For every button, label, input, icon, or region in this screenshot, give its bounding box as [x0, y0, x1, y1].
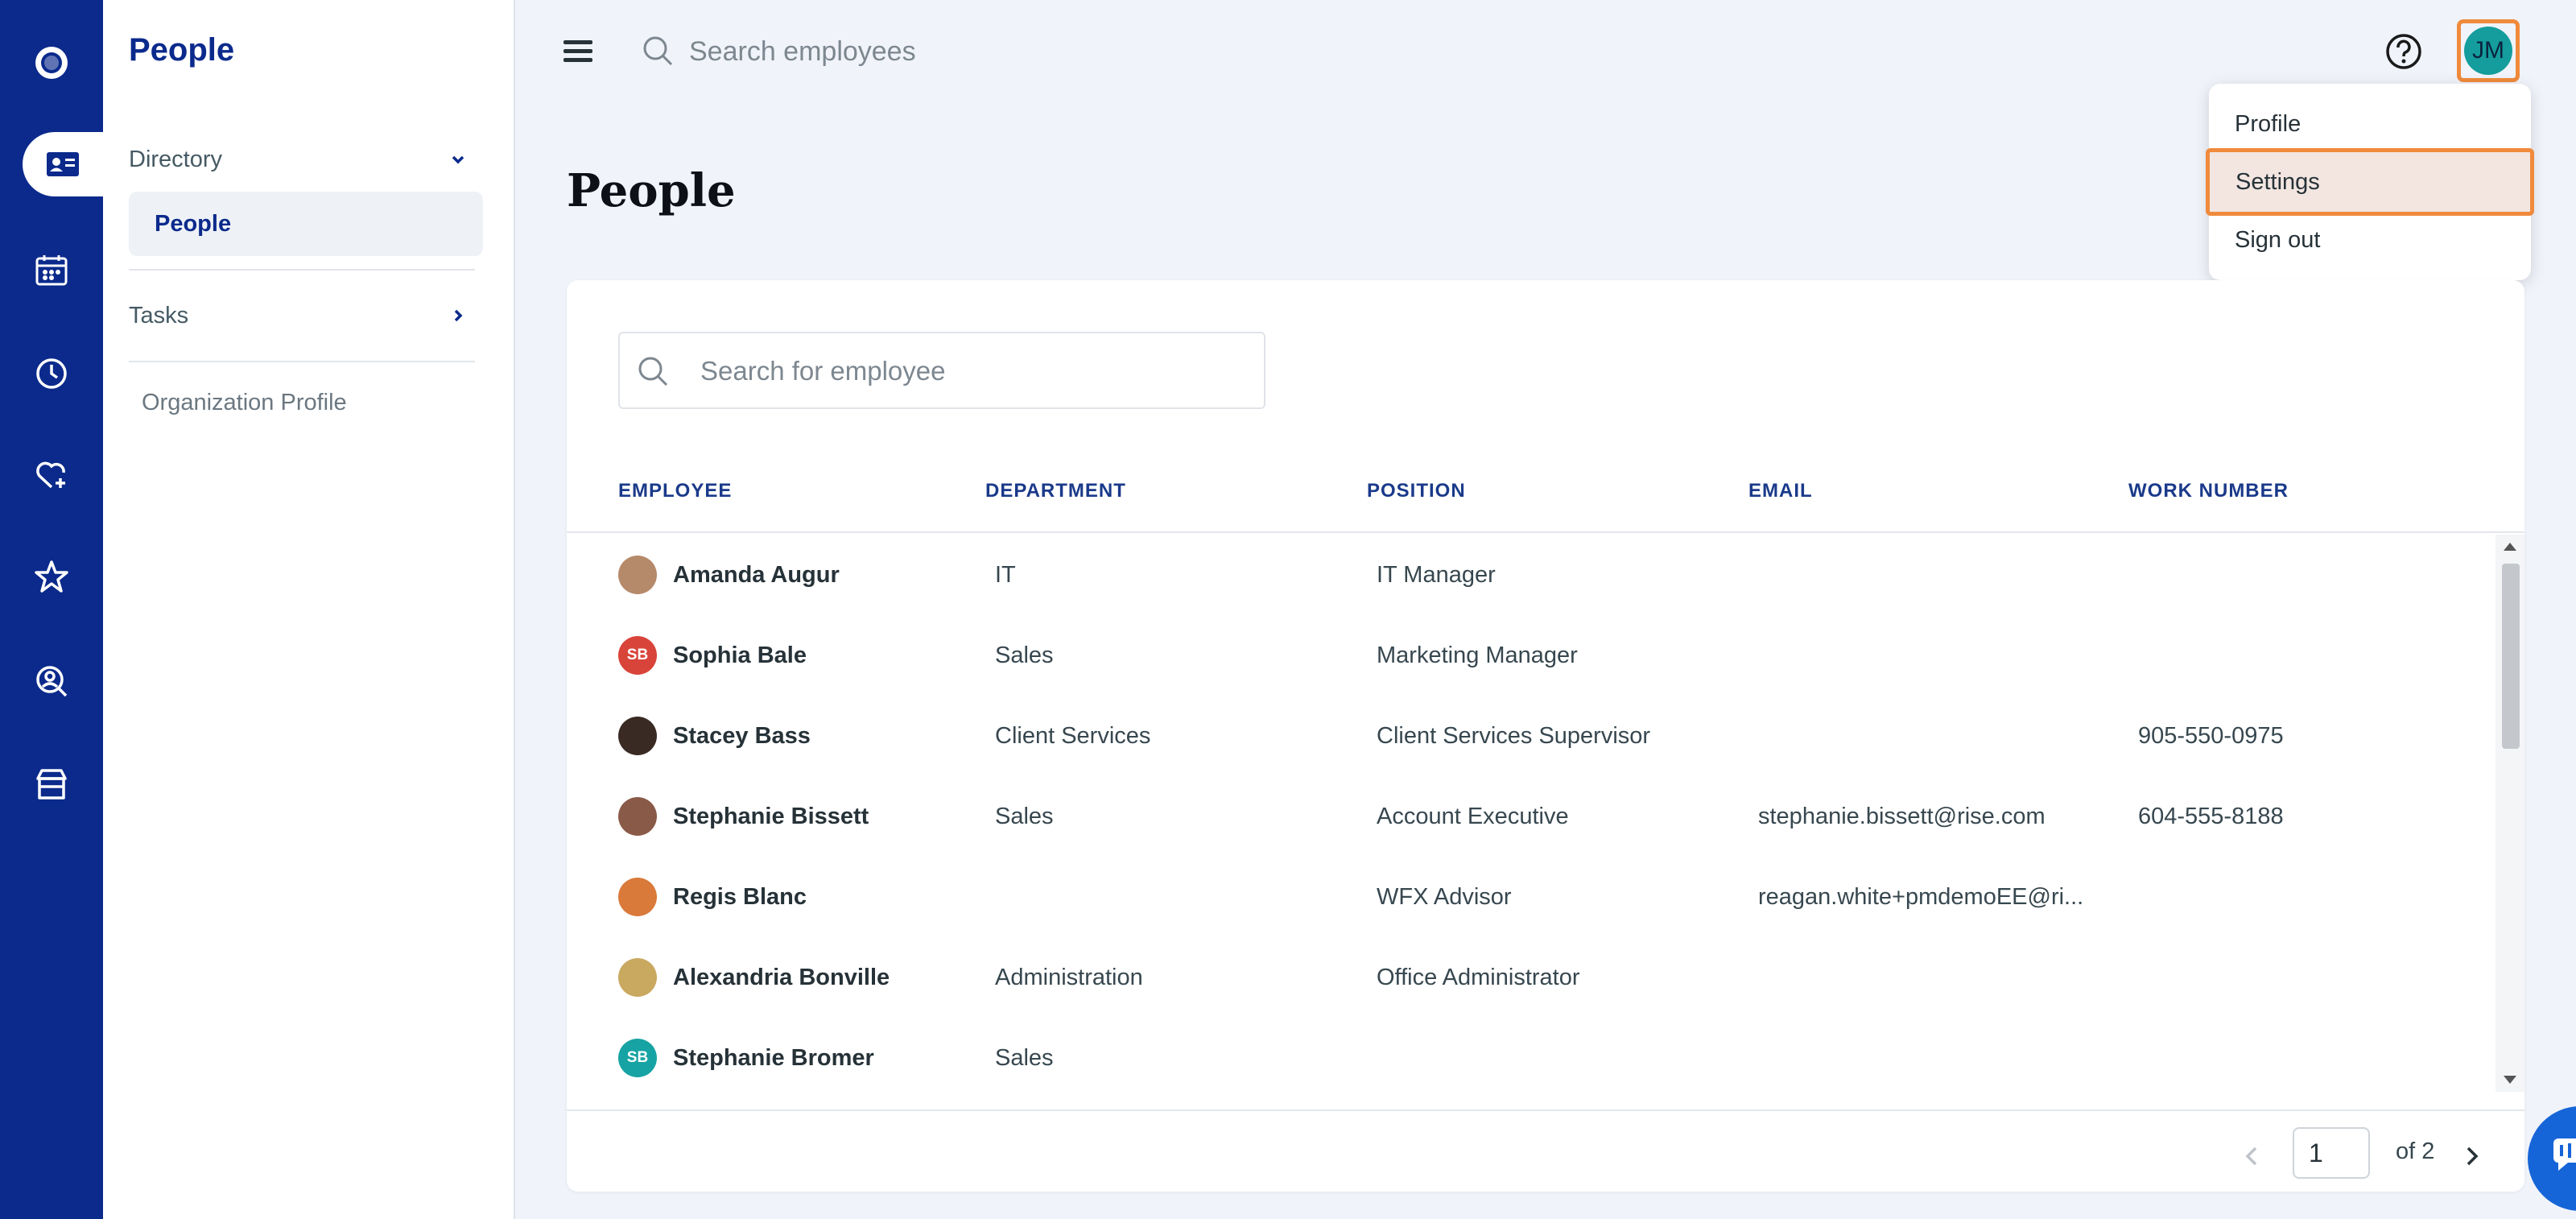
- department-cell: Sales: [995, 1045, 1054, 1071]
- table-row[interactable]: Regis Blanc WFX Advisor reagan.white+pmdem…: [567, 857, 2483, 937]
- chat-icon: [2553, 1138, 2576, 1171]
- employee-name-link[interactable]: Stephanie Bissett: [673, 804, 869, 830]
- app-rail: [0, 0, 103, 1219]
- menu-item-profile[interactable]: Profile: [2209, 95, 2531, 153]
- page-number-input[interactable]: [2293, 1127, 2370, 1179]
- scroll-down-icon[interactable]: [2504, 1076, 2516, 1084]
- store-icon[interactable]: [0, 752, 103, 816]
- department-cell: IT: [995, 562, 1016, 588]
- avatar: SB: [618, 1039, 657, 1077]
- position-cell: Account Executive: [1377, 804, 1569, 829]
- section-sidebar: People Directory People Tasks Organizati…: [103, 0, 515, 1219]
- department-cell: Administration: [995, 965, 1143, 990]
- next-page-icon[interactable]: [2460, 1140, 2484, 1172]
- employee-name-link[interactable]: Amanda Augur: [673, 562, 840, 589]
- sidebar-group-tasks[interactable]: Tasks: [129, 291, 475, 340]
- avatar: [618, 878, 657, 916]
- table-row[interactable]: Amanda Augur IT IT Manager: [567, 535, 2483, 615]
- divider: [129, 361, 475, 362]
- position-cell: Client Services Supervisor: [1377, 723, 1651, 749]
- position-cell: IT Manager: [1377, 562, 1496, 588]
- table-row[interactable]: Alexandria Bonville Administration Office …: [567, 937, 2483, 1018]
- column-header-employee[interactable]: EMPLOYEE: [618, 480, 732, 502]
- table-row[interactable]: Stephanie Bissett Sales Account Executive s…: [567, 776, 2483, 857]
- chevron-down-icon: [452, 155, 464, 164]
- work-number-cell: 905-550-0975: [2138, 723, 2284, 749]
- search-icon: [638, 357, 668, 386]
- department-cell: Sales: [995, 643, 1054, 668]
- employee-search-input[interactable]: [689, 31, 1253, 72]
- search-person-icon[interactable]: [0, 649, 103, 713]
- sidebar-title: People: [129, 32, 235, 68]
- sidebar-group-label: Tasks: [129, 302, 189, 329]
- avatar: [618, 958, 657, 997]
- employee-name-link[interactable]: Stephanie Bromer: [673, 1045, 874, 1072]
- email-cell: stephanie.bissett@rise.com: [1758, 804, 2046, 829]
- sidebar-group-label: Directory: [129, 146, 223, 172]
- sidebar-item-people[interactable]: People: [129, 192, 483, 256]
- employee-name-link[interactable]: Sophia Bale: [673, 643, 807, 669]
- position-cell: Marketing Manager: [1377, 643, 1578, 668]
- table-search[interactable]: [618, 332, 1265, 409]
- position-cell: Office Administrator: [1377, 965, 1580, 990]
- sidebar-item-organization-profile[interactable]: Organization Profile: [142, 390, 347, 416]
- table-row[interactable]: SB Stephanie Bromer Sales: [567, 1018, 2483, 1092]
- search-employee-input[interactable]: [700, 349, 1248, 393]
- employee-name-link[interactable]: Stacey Bass: [673, 723, 811, 750]
- page-count: of 2: [2396, 1138, 2435, 1164]
- calendar-icon[interactable]: [0, 238, 103, 303]
- divider: [129, 269, 475, 271]
- sidebar-group-directory[interactable]: Directory: [129, 135, 475, 184]
- department-cell: Sales: [995, 804, 1054, 829]
- department-cell: Client Services: [995, 723, 1151, 749]
- user-menu: Profile Settings Sign out: [2206, 84, 2534, 280]
- menu-item-sign-out[interactable]: Sign out: [2209, 211, 2531, 269]
- previous-page-icon[interactable]: [2240, 1140, 2264, 1172]
- employee-name-link[interactable]: Regis Blanc: [673, 884, 807, 911]
- user-avatar-button[interactable]: JM: [2457, 19, 2520, 82]
- heart-plus-icon[interactable]: [0, 443, 103, 507]
- star-icon[interactable]: [0, 544, 103, 609]
- id-card-icon[interactable]: [23, 132, 103, 196]
- scroll-up-icon[interactable]: [2504, 543, 2516, 551]
- clock-icon[interactable]: [0, 341, 103, 406]
- email-cell: reagan.white+pmdemoEE@ri...: [1758, 884, 2084, 910]
- help-icon[interactable]: [2384, 32, 2423, 71]
- chevron-right-icon: [454, 309, 463, 322]
- table-body: Amanda Augur IT IT Manager SB Sophia Bale Sal…: [567, 535, 2483, 1092]
- scroll-thumb[interactable]: [2502, 564, 2520, 749]
- divider: [567, 1109, 2524, 1111]
- avatar: SB: [618, 636, 657, 675]
- table-row[interactable]: Stacey Bass Client Services Client Service…: [567, 696, 2483, 776]
- avatar: JM: [2464, 27, 2512, 75]
- table-row[interactable]: SB Sophia Bale Sales Marketing Manager: [567, 615, 2483, 696]
- position-cell: WFX Advisor: [1377, 884, 1512, 910]
- work-number-cell: 604-555-8188: [2138, 804, 2284, 829]
- page-title: People: [567, 164, 736, 217]
- divider: [567, 531, 2524, 533]
- table-scrollbar[interactable]: [2496, 535, 2524, 1092]
- chat-launcher-button[interactable]: [2528, 1106, 2576, 1211]
- column-header-email[interactable]: EMAIL: [1748, 480, 1813, 502]
- people-card: EMPLOYEE DEPARTMENT POSITION EMAIL WORK …: [567, 280, 2524, 1192]
- logo-icon[interactable]: [0, 31, 103, 95]
- column-header-work-number[interactable]: WORK NUMBER: [2128, 480, 2289, 502]
- avatar: [618, 717, 657, 755]
- hamburger-menu-icon[interactable]: [564, 40, 592, 72]
- avatar: [618, 556, 657, 594]
- employee-name-link[interactable]: Alexandria Bonville: [673, 965, 890, 991]
- search-icon: [643, 36, 673, 66]
- column-header-position[interactable]: POSITION: [1367, 480, 1466, 502]
- menu-item-settings[interactable]: Settings: [2206, 148, 2534, 216]
- column-header-department[interactable]: DEPARTMENT: [985, 480, 1126, 502]
- avatar: [618, 797, 657, 836]
